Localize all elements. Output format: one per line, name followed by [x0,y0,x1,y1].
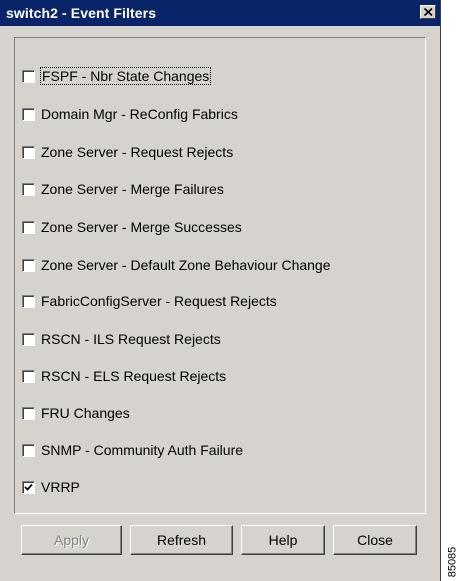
checkbox-zone-server-merge-successes[interactable] [22,220,35,234]
close-window-button[interactable] [420,5,436,19]
filter-label: SNMP - Community Auth Failure [41,442,244,458]
filter-label: Zone Server - Merge Successes [41,219,242,235]
filter-label: Zone Server - Default Zone Behaviour Cha… [41,257,331,273]
filter-label: FSPF - Nbr State Changes [39,67,212,85]
filter-label: RSCN - ELS Request Rejects [41,368,227,384]
checkbox-zone-server-default-zone-behaviour-change[interactable] [22,258,35,272]
filter-label: FabricConfigServer - Request Rejects [41,293,277,309]
filter-row-snmp-community-auth-failure[interactable]: SNMP - Community Auth Failure [22,440,243,460]
apply-button[interactable]: Apply [21,525,122,555]
figure-id-text: 85085 [447,546,459,578]
filter-label: Zone Server - Request Rejects [41,144,234,160]
filter-row-zone-server-merge-failures[interactable]: Zone Server - Merge Failures [22,179,224,199]
checkbox-rscn-els-request-rejects[interactable] [22,369,35,383]
filter-row-rscn-els-request-rejects[interactable]: RSCN - ELS Request Rejects [22,366,226,386]
checkbox-fspf-nbr-state-changes[interactable] [22,69,35,83]
checkbox-domain-mgr-reconfig-fabrics[interactable] [22,107,35,121]
checkbox-rscn-ils-request-rejects[interactable] [22,332,35,346]
filter-row-zone-server-default-zone-behaviour-change[interactable]: Zone Server - Default Zone Behaviour Cha… [22,255,331,275]
filter-label: RSCN - ILS Request Rejects [41,331,221,347]
checkbox-zone-server-request-rejects[interactable] [22,145,35,159]
figure-id-watermark: 85085 [447,545,461,579]
filter-label: Zone Server - Merge Failures [41,181,224,197]
filter-label: Domain Mgr - ReConfig Fabrics [41,106,238,122]
checkbox-fru-changes[interactable] [22,406,35,420]
filter-label: VRRP [41,479,80,495]
refresh-button[interactable]: Refresh [130,525,233,555]
close-icon [424,8,433,16]
filter-label: FRU Changes [41,405,130,421]
title-bar[interactable]: switch2 - Event Filters [0,0,440,26]
filter-row-rscn-ils-request-rejects[interactable]: RSCN - ILS Request Rejects [22,329,221,349]
filter-row-fspf-nbr-state-changes[interactable]: FSPF - Nbr State Changes [22,66,212,86]
help-button[interactable]: Help [241,525,325,555]
checkbox-fabricconfigserver-request-rejects[interactable] [22,294,35,308]
close-button[interactable]: Close [333,525,417,555]
filter-row-zone-server-merge-successes[interactable]: Zone Server - Merge Successes [22,217,242,237]
checkbox-zone-server-merge-failures[interactable] [22,182,35,196]
event-filters-dialog: switch2 - Event Filters FSPF - Nbr State… [0,0,441,581]
window-title: switch2 - Event Filters [6,5,157,21]
check-mark-icon [24,483,33,491]
filter-row-domain-mgr-reconfig-fabrics[interactable]: Domain Mgr - ReConfig Fabrics [22,104,238,124]
checkbox-snmp-community-auth-failure[interactable] [22,443,35,457]
filter-row-vrrp[interactable]: VRRP [22,477,80,497]
filter-row-fabricconfigserver-request-rejects[interactable]: FabricConfigServer - Request Rejects [22,291,277,311]
filter-row-zone-server-request-rejects[interactable]: Zone Server - Request Rejects [22,142,233,162]
filter-row-fru-changes[interactable]: FRU Changes [22,403,130,423]
checkbox-vrrp[interactable] [22,480,35,494]
